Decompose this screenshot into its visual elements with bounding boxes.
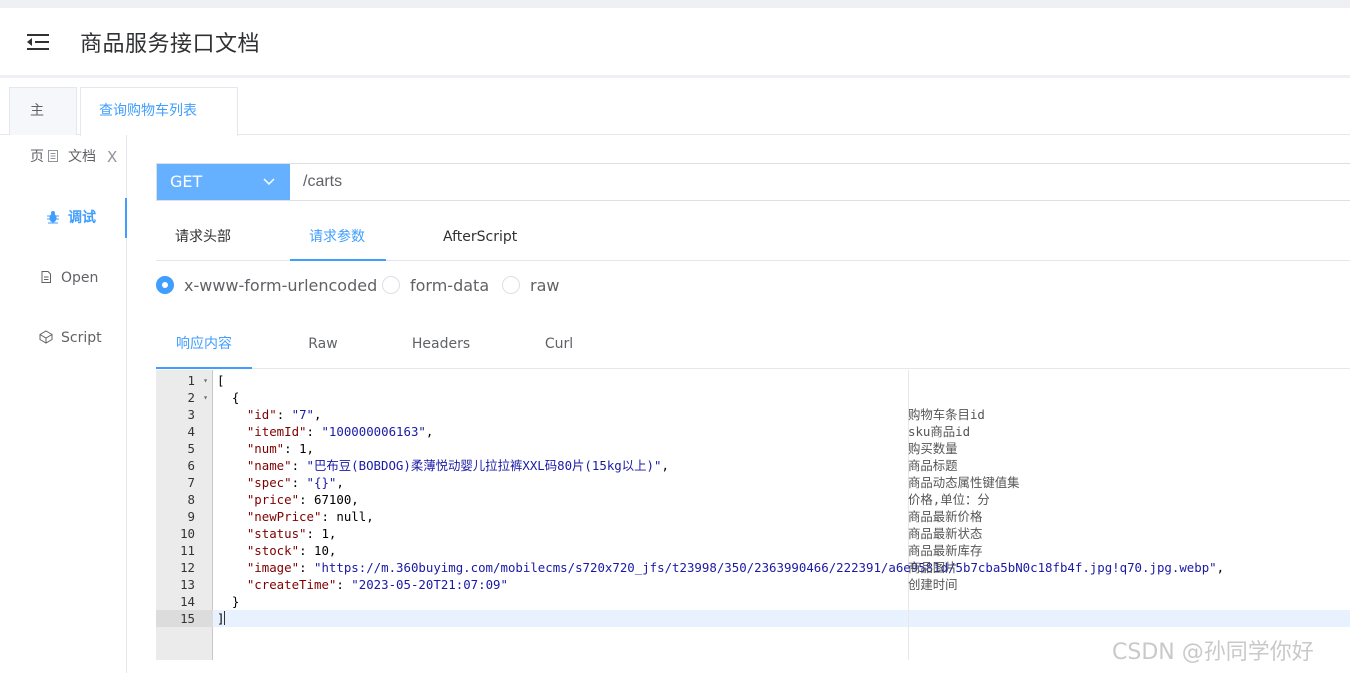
- field-comment: 商品标题: [908, 458, 958, 473]
- chevron-down-icon: [262, 164, 276, 213]
- radio-dot: [382, 276, 400, 294]
- script-icon: [39, 320, 53, 344]
- tab-cart-list[interactable]: 查询购物车列表 X: [80, 87, 238, 166]
- field-comment: 创建时间: [908, 577, 958, 592]
- tab-home[interactable]: 主页: [9, 87, 77, 165]
- tab-response-headers[interactable]: Headers: [393, 322, 489, 369]
- code-line: "id": "7",: [246, 407, 322, 422]
- watermark: CSDN @孙同学你好: [1112, 640, 1314, 665]
- field-comment: 购物车条目id: [908, 407, 985, 422]
- radio-dot: [156, 276, 174, 294]
- tab-request-params[interactable]: 请求参数: [290, 213, 386, 261]
- line-number: 5: [187, 441, 195, 456]
- field-comment: 商品最新价格: [908, 509, 983, 524]
- code-line: {: [217, 390, 240, 405]
- radio-x-www-form-urlencoded[interactable]: x-www-form-urlencoded: [156, 274, 377, 298]
- line-number: 6: [187, 458, 195, 473]
- field-comment: 购买数量: [908, 441, 958, 456]
- field-comment: sku商品id: [908, 424, 971, 439]
- line-number: 3: [187, 407, 195, 422]
- top-strip: [0, 0, 1350, 8]
- editor-gutter: 1 ▾ 2 ▾ 3 4 5 6 7 8 9 10 11 12 13 14 15: [156, 370, 213, 660]
- sidebar-item-docs[interactable]: 文档: [0, 137, 127, 177]
- code-line: [: [217, 373, 225, 388]
- fold-arrow-icon[interactable]: ▾: [203, 372, 208, 389]
- code-line: "status": 1,: [246, 526, 337, 541]
- url-input[interactable]: [290, 164, 1350, 200]
- editor-code[interactable]: [ { "id": "7", 购物车条目id "itemId": "1000000…: [213, 370, 1350, 660]
- code-line: "spec": "{}",: [246, 475, 344, 490]
- line-number: 1 ▾: [187, 372, 208, 389]
- line-number: 12: [180, 560, 195, 575]
- open-file-icon: [39, 260, 53, 283]
- document-icon: [46, 139, 60, 162]
- response-editor[interactable]: 1 ▾ 2 ▾ 3 4 5 6 7 8 9 10 11 12 13 14 15 [ { "id": "7", 购物…: [156, 370, 1350, 660]
- code-line: "createTime": "2023-05-20T21:07:09": [246, 577, 508, 592]
- text-cursor: [224, 611, 226, 625]
- sidebar-item-debug[interactable]: 调试: [0, 198, 127, 238]
- response-tabs: 响应内容 Raw Headers Curl: [156, 322, 1350, 369]
- sidebar-item-open[interactable]: Open: [0, 258, 127, 298]
- line-number: 8: [187, 492, 195, 507]
- field-comment: 商品最新库存: [908, 543, 983, 558]
- tab-response-raw[interactable]: Raw: [275, 322, 371, 369]
- tabs-bar: 主页 查询购物车列表 X: [0, 81, 1350, 166]
- sidebar: 文档 调试 Open Script: [0, 135, 127, 673]
- sidebar-item-open-label: Open: [61, 270, 99, 286]
- radio-dot: [502, 276, 520, 294]
- line-number: 13: [180, 577, 195, 592]
- code-line: }: [217, 594, 240, 609]
- field-comment: 商品最新状态: [908, 526, 983, 541]
- url-bar: GET: [156, 163, 1350, 201]
- line-number: 2 ▾: [187, 389, 208, 406]
- code-line: "num": 1,: [246, 441, 315, 456]
- line-number: 11: [180, 543, 195, 558]
- fold-arrow-icon[interactable]: ▾: [203, 389, 208, 406]
- tab-response-curl[interactable]: Curl: [511, 322, 607, 369]
- sidebar-item-docs-label: 文档: [68, 149, 96, 165]
- field-comment: 商品图片: [908, 560, 958, 575]
- line-number: 10: [180, 526, 195, 541]
- tab-response-content[interactable]: 响应内容: [156, 322, 252, 369]
- field-comment: 商品动态属性键值集: [908, 475, 1020, 490]
- sidebar-item-script[interactable]: Script: [0, 318, 127, 358]
- radio-raw[interactable]: raw: [502, 274, 559, 298]
- tab-request-headers[interactable]: 请求头部: [175, 213, 231, 261]
- app-header: 商品服务接口文档: [0, 8, 1350, 78]
- sidebar-item-debug-label: 调试: [68, 210, 96, 226]
- line-number: 9: [187, 509, 195, 524]
- code-line: "stock": 10,: [246, 543, 337, 558]
- radio-form-data[interactable]: form-data: [382, 274, 489, 298]
- line-number: 14: [180, 594, 195, 609]
- method-select[interactable]: GET: [157, 164, 290, 200]
- code-line: "newPrice": null,: [246, 509, 374, 524]
- request-tabs: 请求头部 请求参数 AfterScript: [156, 213, 1350, 261]
- line-number: 15: [156, 610, 213, 627]
- radio-label: x-www-form-urlencoded: [184, 276, 378, 295]
- code-line: "image": "https://m.360buyimg.com/mobile…: [246, 560, 1225, 575]
- tab-afterscript[interactable]: AfterScript: [443, 213, 517, 261]
- code-line: "price": 67100,: [246, 492, 359, 507]
- sidebar-item-script-label: Script: [61, 330, 102, 346]
- code-line: "itemId": "100000006163",: [246, 424, 434, 439]
- menu-collapse-icon[interactable]: [26, 32, 50, 52]
- tab-cart-list-label: 查询购物车列表: [99, 103, 197, 119]
- line-number: 4: [187, 424, 195, 439]
- code-line: "name": "巴布豆(BOBDOG)柔薄悦动婴儿拉拉裤XXL码80片(15k…: [246, 458, 669, 473]
- app-title: 商品服务接口文档: [80, 32, 261, 57]
- method-value: GET: [170, 172, 203, 191]
- line-number: 7: [187, 475, 195, 490]
- bug-icon: [46, 200, 60, 224]
- field-comment: 价格,单位：分: [908, 492, 990, 507]
- code-line: ]: [217, 611, 226, 626]
